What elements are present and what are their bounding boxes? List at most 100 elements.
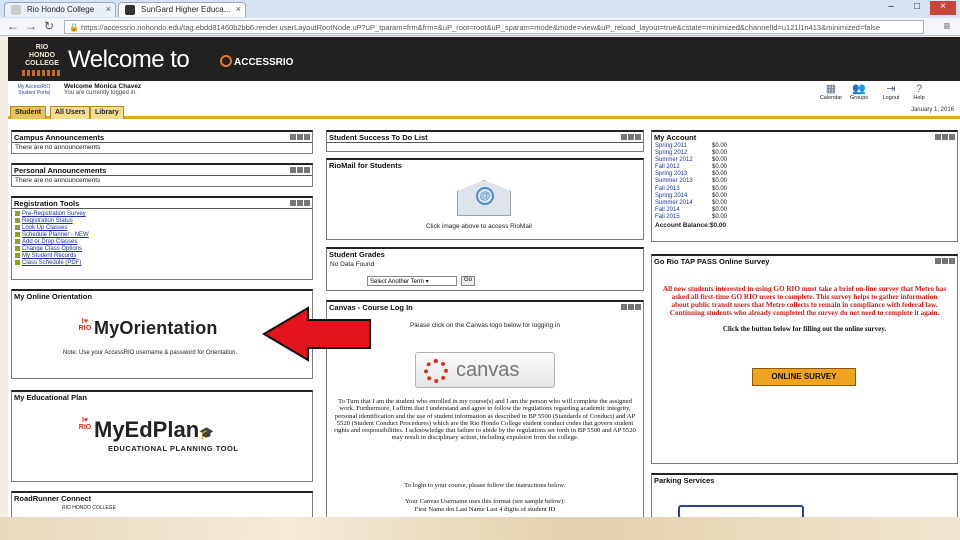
tab-library[interactable]: Library [90,106,124,119]
canvas-wordmark: canvas [456,359,520,381]
myedplan-logo[interactable]: I♥ RIO MyEdPlan🎓 [78,417,214,443]
panel-controls[interactable] [289,134,310,142]
title-text: Registration Tools [14,199,80,208]
term-row[interactable]: Summer 2014 $0.00 [652,200,957,207]
tool-label: Help [913,95,925,101]
reg-link[interactable]: Schedule Planner - NEW [12,232,312,239]
title-text: My Educational Plan [14,393,87,402]
panel-title: Student Grades [327,249,643,260]
term-row[interactable]: Fall 2012 $0.00 [652,164,957,171]
canvas-login-button[interactable]: canvas [415,352,555,388]
go-button[interactable]: Go [461,276,475,286]
term-balance: $0.00 [712,143,728,149]
term-balance: $0.00 [712,185,728,192]
groups-button[interactable]: 👥 Groups [846,83,872,101]
term-select[interactable]: Select Another Term ▾ [367,276,457,286]
url-input[interactable]: 🔒 https://accessrio.riohondo.edu/tag.ebdd… [64,20,924,34]
forward-icon[interactable]: → [24,19,38,33]
term-row[interactable]: Fall 2014 $0.00 [652,207,957,214]
term-row[interactable]: Summer 2013 $0.00 [652,178,957,185]
reg-link[interactable]: Class Schedule (PDF) [12,260,312,267]
tab-all-users[interactable]: All Users [50,106,91,119]
reg-link[interactable]: Look Up Classes [12,225,312,232]
panel-title: Personal Announcements [12,165,312,176]
title-text: Parking Services [654,476,715,485]
current-date: January 1, 2016 [910,107,954,113]
term-balance: $0.00 [712,164,728,171]
canvas-logo-icon [424,359,448,383]
close-icon[interactable]: × [106,4,111,14]
term-row[interactable]: Spring 2011 $0.00 [652,143,957,150]
parking-panel: Parking Services [651,473,958,517]
online-survey-button[interactable]: ONLINE SURVEY [752,368,856,386]
reg-link[interactable]: Pre-Registration Survey [12,211,312,218]
minimize-icon[interactable]: – [878,1,904,15]
logo-text: MyOrientation [94,318,218,338]
term-name: Spring 2013 [655,171,688,178]
url-text: https://accessrio.riohondo.edu/tag.ebdd8… [81,23,881,32]
back-icon[interactable]: ← [6,19,20,33]
portal-tab-bar: Student All Users Library January 1, 201… [8,103,960,119]
browser-tab-2[interactable]: SunGard Higher Educa... × [118,2,246,17]
parking-button[interactable] [678,505,804,517]
term-row[interactable]: Summer 2012 $0.00 [652,157,957,164]
term-name: Spring 2011 [655,143,687,149]
browser-tab-1[interactable]: Rio Hondo College × [4,2,116,17]
email-icon[interactable]: @ [457,180,511,216]
panel-title: Go Rio TAP PASS Online Survey [652,256,957,267]
title-text: Go Rio TAP PASS Online Survey [654,257,770,266]
red-arrow-icon [262,306,371,362]
title-text: Personal Announcements [14,166,107,175]
reg-link[interactable]: My Student Records [12,253,312,260]
panel-title: Student Success To Do List [327,132,643,143]
panel-title: Parking Services [652,475,957,486]
reg-link[interactable]: Change Class Options [12,246,312,253]
logout-button[interactable]: ⇥ Logout [878,83,904,101]
grad-cap-icon: 🎓 [199,426,215,440]
term-name: Fall 2014 [655,206,680,213]
term-name: Spring 2012 [655,150,688,157]
term-row[interactable]: Fall 2013 $0.00 [652,186,957,193]
title-text: My Online Orientation [14,292,92,301]
term-balance: $0.00 [712,150,728,157]
roadrunner-panel: RoadRunner Connect RIO HONDO COLLEGE [11,491,313,517]
panel-title: RioMail for Students [327,160,643,171]
term-balance: $0.00 [712,171,728,178]
reload-icon[interactable]: ↻ [42,19,56,33]
panel-title: My Account [652,132,957,143]
panel-controls[interactable] [934,134,955,142]
panel-controls[interactable] [289,200,310,208]
title-text: Campus Announcements [14,133,105,142]
menu-icon[interactable]: ≡ [940,19,954,33]
close-window-icon[interactable]: × [930,1,956,15]
panel-controls[interactable] [620,304,641,312]
term-name: Fall 2012 [655,164,680,171]
myorientation-logo[interactable]: I♥ RIO MyOrientation [78,318,218,339]
panel-controls[interactable] [620,134,641,142]
reg-link[interactable]: Registration Status [12,218,312,225]
my-access-logo: My AccessRIO Student Portal [17,84,51,96]
logout-icon: ⇥ [886,83,896,95]
panel-controls[interactable] [289,167,310,175]
address-bar-row: ← → ↻ 🔒 https://accessrio.riohondo.edu/ta… [0,18,960,36]
term-row[interactable]: Fall 2015 $0.00 [652,214,957,221]
term-row[interactable]: Spring 2013 $0.00 [652,171,957,178]
term-row[interactable]: Spring 2012 $0.00 [652,150,957,157]
calendar-button[interactable]: ▦ Calendar [818,83,844,101]
close-icon[interactable]: × [236,4,241,14]
orientation-note: Note: Use your AccessRIO username & pass… [63,350,238,356]
rio-heart-icon: I♥ RIO [78,318,92,332]
term-row[interactable]: Spring 2014 $0.00 [652,193,957,200]
tool-label: Groups [849,95,869,101]
maximize-icon[interactable]: □ [904,1,930,15]
grades-body: No Data Found [330,261,375,268]
help-button[interactable]: ? Help [906,83,932,101]
canvas-login-heading: To login to your course, please follow t… [404,482,566,489]
reg-link[interactable]: Add or Drop Classes [12,239,312,246]
term-name: Summer 2012 [655,157,693,164]
panel-controls[interactable] [934,258,955,266]
registration-tools-panel: Registration Tools Pre-Registration Surv… [11,196,313,280]
tab-student[interactable]: Student [10,106,47,119]
tool-label: Logout [882,95,900,101]
panel-title: Canvas - Course Log In [327,302,643,313]
